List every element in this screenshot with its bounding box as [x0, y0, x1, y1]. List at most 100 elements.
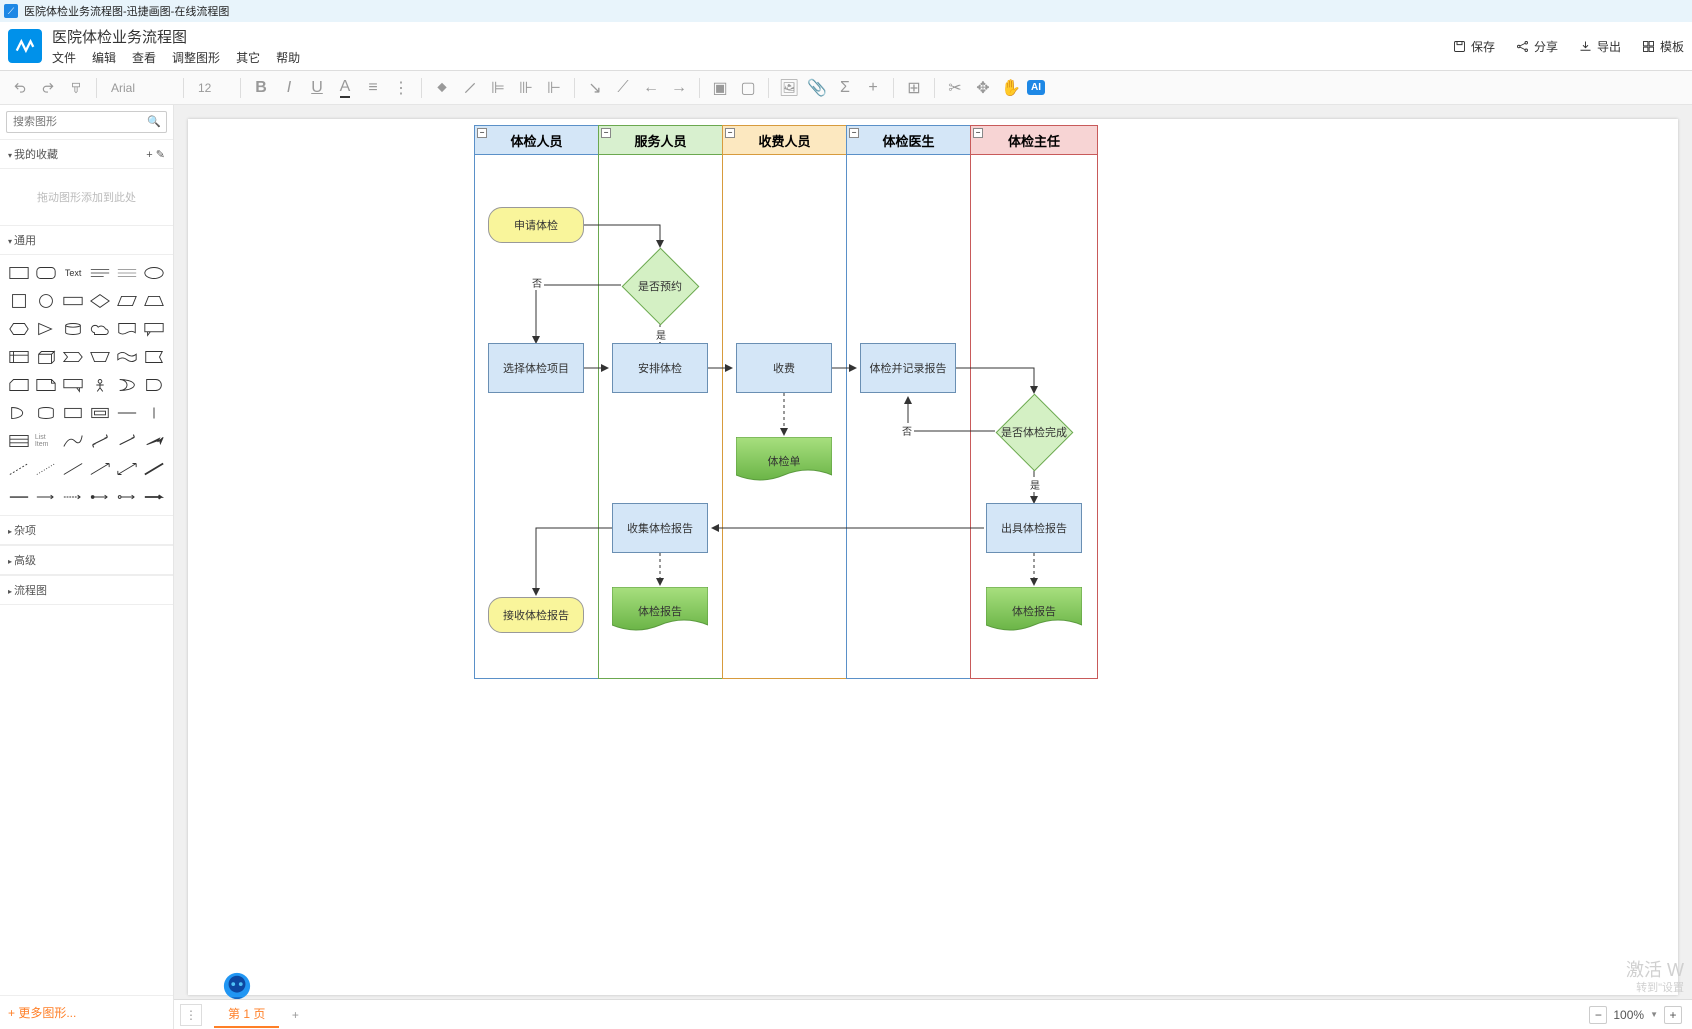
shape-triangle[interactable]: [35, 319, 58, 339]
shape-line-dotted[interactable]: [35, 459, 58, 479]
redo-button[interactable]: [36, 76, 60, 100]
shape-arrow[interactable]: [115, 431, 138, 451]
lane-head-3[interactable]: −收费人员: [722, 125, 847, 155]
font-size-select[interactable]: [192, 79, 232, 97]
shape-document[interactable]: [115, 319, 138, 339]
zoom-in-button[interactable]: +: [1664, 1006, 1682, 1024]
node-decision1[interactable]: 是否预约: [621, 247, 699, 325]
zoom-dropdown-icon[interactable]: ▼: [1650, 1010, 1658, 1019]
shape-connector4[interactable]: [89, 487, 112, 507]
insert-image-button[interactable]: 🖼: [777, 76, 801, 100]
collapse-icon[interactable]: −: [725, 128, 735, 138]
node-report-doc1[interactable]: 体检报告: [612, 587, 708, 635]
shape-line-thick[interactable]: [142, 459, 165, 479]
zoom-out-button[interactable]: −: [1589, 1006, 1607, 1024]
to-back-button[interactable]: ▢: [736, 76, 760, 100]
menu-view[interactable]: 查看: [132, 49, 156, 66]
shape-or[interactable]: [115, 375, 138, 395]
general-section-header[interactable]: ▾通用: [0, 225, 173, 255]
shape-frame[interactable]: [89, 403, 112, 423]
shape-rect[interactable]: [8, 263, 31, 283]
shape-flag[interactable]: [142, 347, 165, 367]
favorites-add-icon[interactable]: + ✎: [146, 148, 165, 161]
shape-datastore[interactable]: [35, 403, 58, 423]
node-issue-report[interactable]: 出具体检报告: [986, 503, 1082, 553]
shape-connector3[interactable]: [62, 487, 85, 507]
shape-step[interactable]: [62, 347, 85, 367]
add-button[interactable]: +: [861, 76, 885, 100]
shape-lines-icon[interactable]: [115, 263, 138, 283]
menu-file[interactable]: 文件: [52, 49, 76, 66]
align-left-button[interactable]: ⊫: [486, 76, 510, 100]
shape-and[interactable]: [142, 375, 165, 395]
underline-button[interactable]: U: [305, 76, 329, 100]
templates-button[interactable]: 模板: [1641, 38, 1684, 55]
lane-head-1[interactable]: −体检人员: [474, 125, 599, 155]
shape-curve[interactable]: [62, 431, 85, 451]
bold-button[interactable]: B: [249, 76, 273, 100]
shape-diamond[interactable]: [89, 291, 112, 311]
text-align-button[interactable]: ≡: [361, 76, 385, 100]
zoom-level[interactable]: 100%: [1613, 1008, 1644, 1022]
font-color-button[interactable]: A: [333, 76, 357, 100]
shape-connector2[interactable]: [35, 487, 58, 507]
shape-internal-storage[interactable]: [8, 347, 31, 367]
crop-button[interactable]: ✂: [943, 76, 967, 100]
spacing-button[interactable]: ⋮: [389, 76, 413, 100]
shape-hexagon[interactable]: [8, 319, 31, 339]
shape-square[interactable]: [8, 291, 31, 311]
node-receive-report[interactable]: 接收体检报告: [488, 597, 584, 633]
table-button[interactable]: ⊞: [902, 76, 926, 100]
shape-ellipse[interactable]: [142, 263, 165, 283]
misc-section-header[interactable]: ▸杂项: [0, 515, 173, 545]
ai-badge[interactable]: AI: [1027, 80, 1045, 95]
shape-cylinder[interactable]: [62, 319, 85, 339]
collapse-icon[interactable]: −: [973, 128, 983, 138]
add-page-button[interactable]: +: [285, 1008, 305, 1022]
shape-trapezoid2[interactable]: [89, 347, 112, 367]
node-arrange[interactable]: 安排体检: [612, 343, 708, 393]
page-menu-button[interactable]: ⋮: [180, 1004, 202, 1026]
lane-body-3[interactable]: [722, 155, 847, 679]
node-checkup-sheet[interactable]: 体检单: [736, 437, 832, 485]
shape-actor[interactable]: [89, 375, 112, 395]
shape-line-dashed[interactable]: [8, 459, 31, 479]
connector-button[interactable]: ↘: [583, 76, 607, 100]
lane-head-2[interactable]: −服务人员: [598, 125, 723, 155]
more-shapes-button[interactable]: + 更多图形...: [0, 995, 173, 1029]
shape-cloud[interactable]: [89, 319, 112, 339]
shape-cube[interactable]: [35, 347, 58, 367]
shape-tape[interactable]: [115, 347, 138, 367]
menu-help[interactable]: 帮助: [276, 49, 300, 66]
save-button[interactable]: 保存: [1452, 38, 1495, 55]
node-report-doc2[interactable]: 体检报告: [986, 587, 1082, 635]
export-button[interactable]: 导出: [1578, 38, 1621, 55]
shape-container[interactable]: [62, 403, 85, 423]
menu-edit[interactable]: 编辑: [92, 49, 116, 66]
shape-circle[interactable]: [35, 291, 58, 311]
lane-body-4[interactable]: [846, 155, 971, 679]
shape-line[interactable]: [62, 459, 85, 479]
node-start[interactable]: 申请体检: [488, 207, 584, 243]
shape-process[interactable]: [62, 291, 85, 311]
line-color-button[interactable]: [458, 76, 482, 100]
lane-head-4[interactable]: −体检医生: [846, 125, 971, 155]
canvas[interactable]: −体检人员 −服务人员 −收费人员 −体检医生 −体检主任: [174, 105, 1692, 1029]
undo-button[interactable]: [8, 76, 32, 100]
select-button[interactable]: ✥: [971, 76, 995, 100]
node-collect-report[interactable]: 收集体检报告: [612, 503, 708, 553]
shape-arrow-bi[interactable]: [89, 431, 112, 451]
collapse-icon[interactable]: −: [477, 128, 487, 138]
flowchart-section-header[interactable]: ▸流程图: [0, 575, 173, 605]
collapse-icon[interactable]: −: [601, 128, 611, 138]
pan-button[interactable]: ✋: [999, 76, 1023, 100]
node-select-items[interactable]: 选择体检项目: [488, 343, 584, 393]
share-button[interactable]: 分享: [1515, 38, 1558, 55]
menu-adjust[interactable]: 调整图形: [172, 49, 220, 66]
advanced-section-header[interactable]: ▸高级: [0, 545, 173, 575]
shape-textbox[interactable]: [89, 263, 112, 283]
shape-note[interactable]: [35, 375, 58, 395]
shape-line-biarrow[interactable]: [115, 459, 138, 479]
shape-listitem[interactable]: List Item: [35, 431, 58, 451]
node-charge[interactable]: 收费: [736, 343, 832, 393]
